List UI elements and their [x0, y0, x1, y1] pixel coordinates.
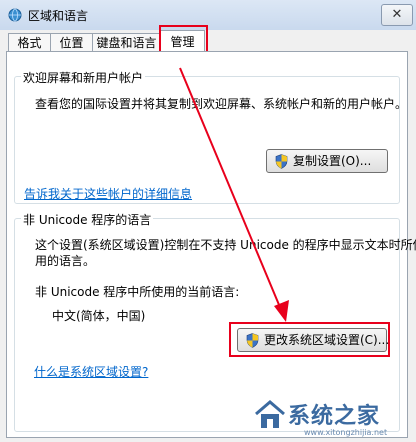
house-logo-icon [255, 400, 285, 428]
watermark-text: 系统之家 [288, 404, 381, 429]
watermark: 系统之家 www.xitongzhijia.net [254, 398, 414, 438]
watermark-url: www.xitongzhijia.net [304, 428, 388, 437]
annotation-arrow [179, 67, 289, 322]
